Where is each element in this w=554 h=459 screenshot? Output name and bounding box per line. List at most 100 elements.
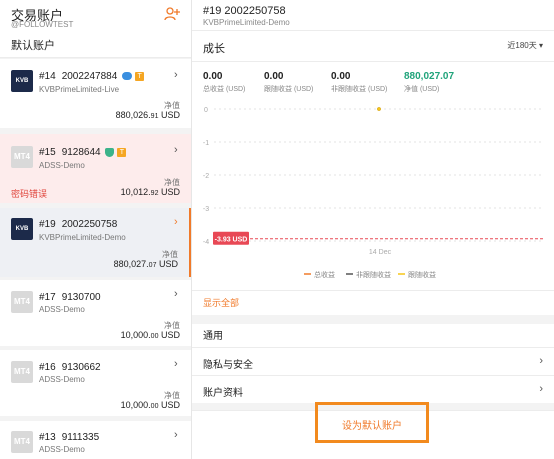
account-id: #14 xyxy=(39,71,56,82)
x-tick-label: 14 Dec xyxy=(369,249,392,256)
currency: USD xyxy=(160,330,180,340)
kvb-logo: KVB xyxy=(11,218,33,240)
chevron-right-icon: › xyxy=(174,144,178,156)
net-value-int: 10,000. xyxy=(120,400,151,410)
account-title: #13 9111335 xyxy=(39,432,99,443)
net-value-int: 880,027. xyxy=(113,259,149,269)
trade-icon: T xyxy=(135,71,145,81)
add-user-icon[interactable] xyxy=(164,6,180,22)
account-id: #13 xyxy=(39,432,56,443)
net-value-dec: 07 xyxy=(148,262,157,269)
legend-label: 总收益 xyxy=(314,270,335,279)
account-number: 9130700 xyxy=(61,292,101,303)
chevron-right-icon: › xyxy=(539,383,543,395)
account-card[interactable]: MT4 #13 9111335 ADSS-Demo › xyxy=(0,421,191,459)
cloud-icon xyxy=(122,72,133,81)
account-id: #17 xyxy=(39,292,56,303)
growth-heading: 成长 xyxy=(203,43,225,55)
account-number: 9111335 xyxy=(61,432,100,443)
divider xyxy=(192,290,554,291)
account-server: KVBPrimeLimited-Demo xyxy=(39,233,126,242)
net-value-dec: 91 xyxy=(150,113,159,120)
shield-icon xyxy=(105,147,115,157)
divider xyxy=(192,61,554,62)
account-card-selected[interactable]: KVB #19 2002250758 KVBPrimeLimited-Demo ›… xyxy=(0,208,191,277)
show-all-link[interactable]: 显示全部 xyxy=(203,296,239,309)
account-server: ADSS-Demo xyxy=(39,445,85,454)
account-server: KVBPrimeLimited-Live xyxy=(39,85,120,94)
detail-subtitle: KVBPrimeLimited-Demo xyxy=(203,18,290,27)
account-server: ADSS-Demo xyxy=(39,375,85,384)
currency: USD xyxy=(160,187,180,197)
marker-label: -3.93 USD xyxy=(215,237,248,244)
net-value-dec: 92 xyxy=(150,190,159,197)
stat-netvalue-label: 净值 (USD) xyxy=(404,86,440,93)
account-card[interactable]: KVB #14 2002247884 T KVBPrimeLimited-Live… xyxy=(0,59,191,128)
divider xyxy=(192,30,554,31)
stat-follow-value: 0.00 xyxy=(264,71,284,82)
period-dropdown[interactable]: 近180天 ▾ xyxy=(507,40,543,51)
chevron-right-icon: › xyxy=(539,355,543,367)
stat-netvalue-value: 880,027.07 xyxy=(404,71,455,82)
net-value-dec: 00 xyxy=(150,403,159,410)
account-card[interactable]: MT4 #15 9128644 T ADSS-Demo › 密码错误 净值 10,… xyxy=(0,134,191,203)
account-id: #19 xyxy=(39,219,56,230)
account-card[interactable]: MT4 #17 9130700 ADSS-Demo › 净值 10,000.00 … xyxy=(0,280,191,346)
section-separator xyxy=(192,315,554,324)
stat-follow-label: 跟随收益 (USD) xyxy=(264,86,314,93)
net-value: 880,026.91 USD xyxy=(116,110,180,120)
account-list-pane: 交易账户 @FOLLOWTEST 默认账户 KVB #14 2002247884 … xyxy=(0,0,192,459)
legend-label: 跟随收益 xyxy=(408,270,436,279)
y-tick-label: -3 xyxy=(203,206,209,213)
account-list-header: 交易账户 @FOLLOWTEST 默认账户 xyxy=(0,0,191,58)
account-title: #16 9130662 xyxy=(39,362,101,373)
chevron-right-icon: › xyxy=(174,288,178,300)
account-card[interactable]: MT4 #16 9130662 ADSS-Demo › 净值 10,000.00 … xyxy=(0,350,191,416)
y-tick-label: -4 xyxy=(203,239,209,246)
net-value-int: 10,012. xyxy=(120,187,151,197)
mt4-logo: MT4 xyxy=(11,431,33,453)
stat-total-value: 0.00 xyxy=(203,71,223,82)
error-text: 密码错误 xyxy=(11,189,48,199)
currency: USD xyxy=(160,400,180,410)
account-server: ADSS-Demo xyxy=(39,161,85,170)
stat-total-label: 总收益 (USD) xyxy=(203,86,246,93)
account-number: 2002250758 xyxy=(61,219,118,230)
legend-label: 非跟随收益 xyxy=(356,270,391,279)
account-profile-row[interactable]: 账户资料 › xyxy=(192,375,554,403)
account-number: 2002247884 xyxy=(61,71,118,82)
data-point xyxy=(377,107,381,111)
trade-icon: T xyxy=(117,147,127,157)
net-value-int: 10,000. xyxy=(120,330,151,340)
set-default-highlight: 设为默认账户 xyxy=(315,402,429,443)
mt4-logo: MT4 xyxy=(11,291,33,313)
account-detail-pane: #19 2002250758 KVBPrimeLimited-Demo 成长 近… xyxy=(192,0,554,459)
chevron-right-icon: › xyxy=(174,429,178,441)
kvb-logo: KVB xyxy=(11,70,33,92)
section-default-label: 默认账户 xyxy=(11,40,55,52)
account-title: #14 2002247884 T xyxy=(39,71,145,82)
set-default-button[interactable]: 设为默认账户 xyxy=(318,417,426,432)
privacy-security-row[interactable]: 隐私与安全 › xyxy=(192,347,554,375)
stat-nonfollow-value: 0.00 xyxy=(331,71,351,82)
growth-chart: 0 -1 -2 -3 -4 14 Dec -3.93 USD 总收益 非跟随收益 跟随收益 xyxy=(203,107,544,279)
detail-title: #19 2002250758 xyxy=(203,5,286,17)
account-number: 9130662 xyxy=(61,362,101,373)
account-id: #15 xyxy=(39,147,56,158)
currency: USD xyxy=(158,259,178,269)
net-value: 880,027.07 USD xyxy=(114,259,178,269)
account-title: #19 2002250758 xyxy=(39,219,117,230)
y-tick-label: -1 xyxy=(203,140,209,147)
chevron-right-icon: › xyxy=(174,216,178,228)
account-number: 9128644 xyxy=(61,147,101,158)
account-server: ADSS-Demo xyxy=(39,305,85,314)
mt4-logo: MT4 xyxy=(11,146,33,168)
currency: USD xyxy=(160,110,180,120)
y-tick-label: 0 xyxy=(204,107,208,114)
net-value-dec: 00 xyxy=(150,333,159,340)
net-value-int: 880,026. xyxy=(115,110,151,120)
net-value: 10,000.00 USD xyxy=(121,400,180,410)
privacy-security-label: 隐私与安全 xyxy=(203,360,253,371)
username: @FOLLOWTEST xyxy=(11,20,74,29)
mt4-logo: MT4 xyxy=(11,361,33,383)
